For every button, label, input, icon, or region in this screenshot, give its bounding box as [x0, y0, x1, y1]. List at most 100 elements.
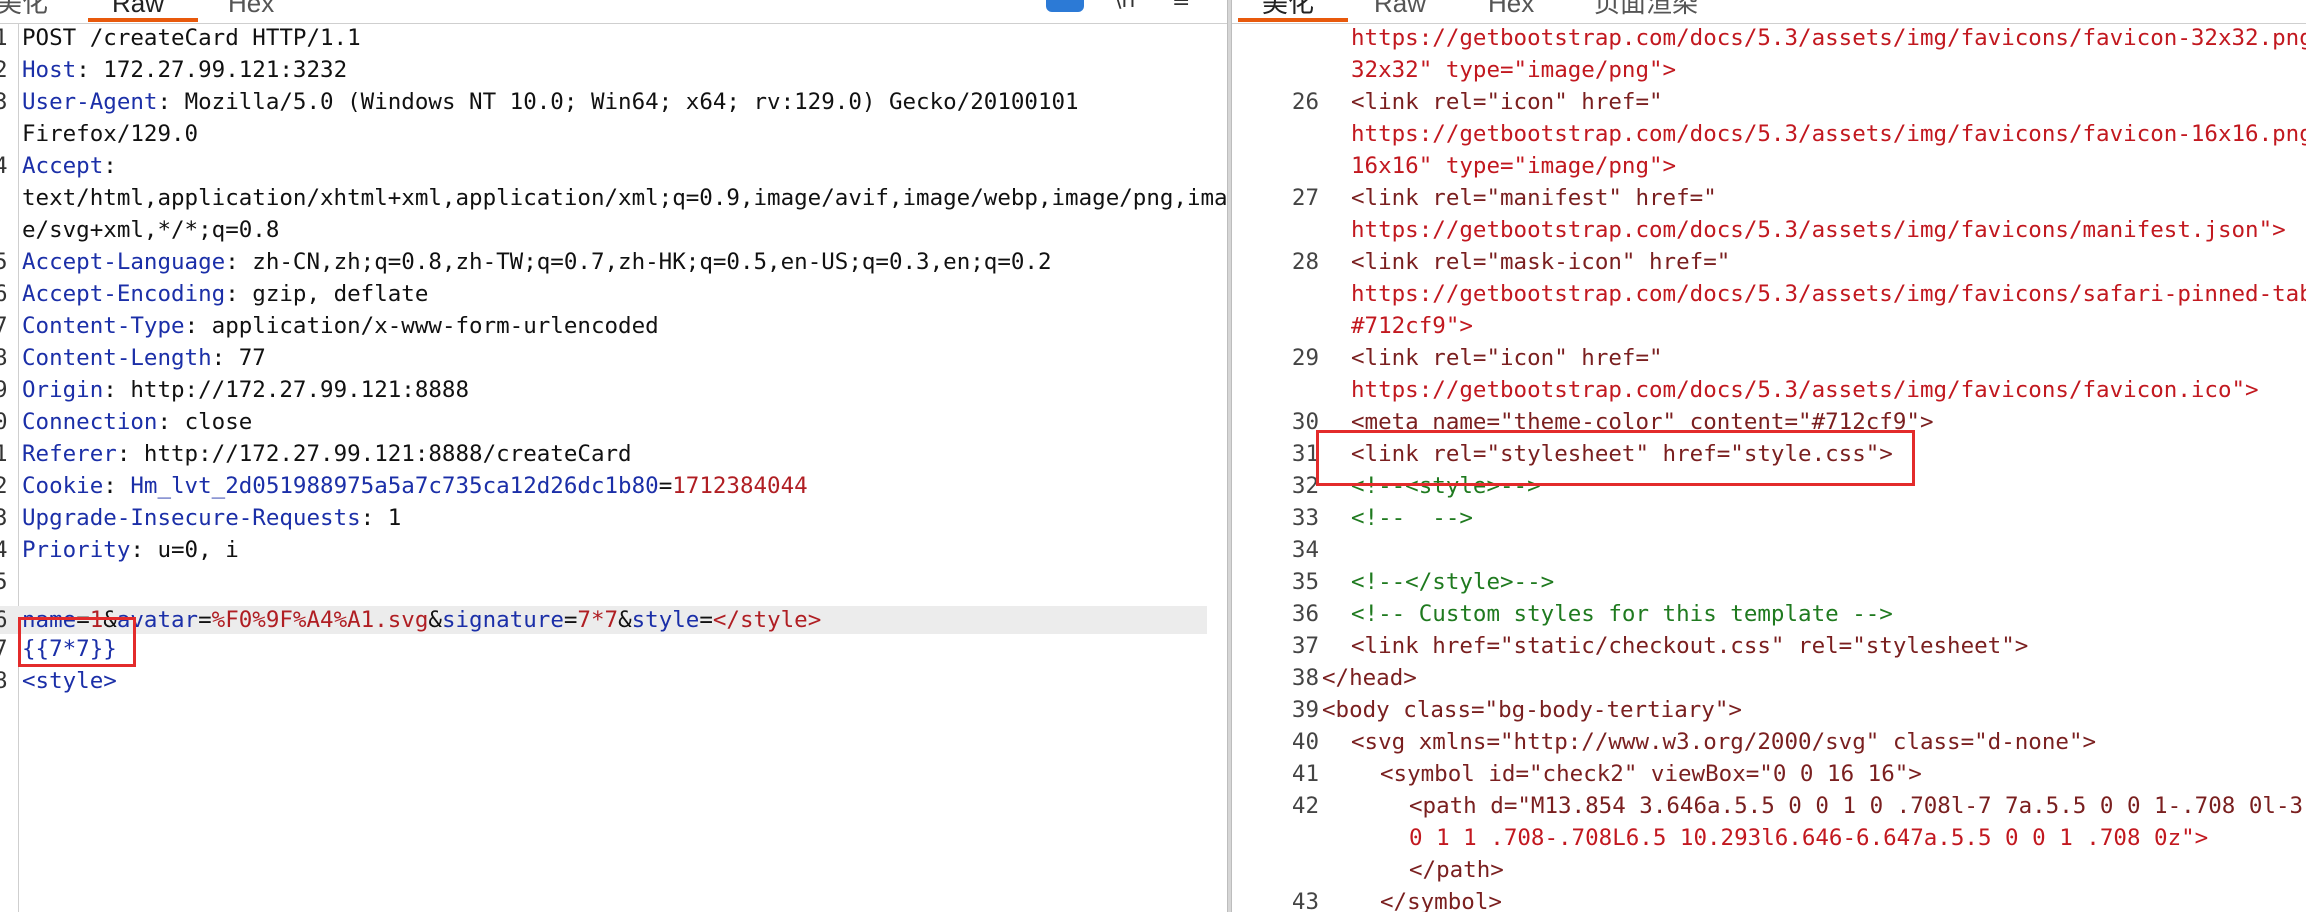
line-number: 5	[0, 249, 8, 275]
response-code: 32x32" type="image/png">	[1351, 57, 1677, 83]
header-value-wrap: text/html,application/xhtml+xml,applicat…	[22, 185, 1227, 211]
response-line: 36 <!-- Custom styles for this template -…	[1232, 598, 2306, 630]
tab-pretty[interactable]: 美化	[1262, 0, 1314, 18]
response-line: https://getbootstrap.com/docs/5.3/assets…	[1232, 374, 2306, 406]
line-number: 8	[0, 345, 8, 371]
response-line: 33 <!-- -->	[1232, 502, 2306, 534]
line-number: 29	[1291, 345, 1319, 371]
line-number: 40	[1291, 729, 1319, 755]
header-line: 2 Cookie: Hm_lvt_2d051988975a5a7c735ca12…	[0, 470, 1227, 502]
tab-hex[interactable]: Hex	[1488, 0, 1534, 18]
line-number: 35	[1291, 569, 1319, 595]
line-number: 9	[0, 377, 8, 403]
header-name: Priority	[22, 537, 131, 563]
response-line: 28 <link rel="mask-icon" href="	[1232, 246, 2306, 278]
header-line: 0 Connection: close	[0, 406, 1227, 438]
header-line: 2 Host: 172.27.99.121:3232	[0, 54, 1227, 86]
response-line: 29 <link rel="icon" href="	[1232, 342, 2306, 374]
response-line: https://getbootstrap.com/docs/5.3/assets…	[1232, 22, 2306, 54]
line-number: 27	[1291, 185, 1319, 211]
response-code: <path d="M13.854 3.646a.5.5 0 0 1 0 .708…	[1409, 793, 2306, 819]
response-line: </path>	[1232, 854, 2306, 886]
response-line: 35 <!--</style>-->	[1232, 566, 2306, 598]
line-number: 7	[0, 313, 8, 339]
response-code: </head>	[1322, 665, 1417, 691]
toggle-view-button[interactable]	[1046, 0, 1084, 12]
header-name: Accept-Encoding	[22, 281, 226, 307]
param-name: style	[631, 607, 700, 633]
line-number: 43	[1291, 889, 1319, 912]
response-line: 42 <path d="M13.854 3.646a.5.5 0 0 1 0 .7…	[1232, 790, 2306, 822]
header-line: 3 User-Agent: Mozilla/5.0 (Windows NT 10…	[0, 86, 1227, 118]
header-name: Host	[22, 57, 77, 83]
request-line: 1 POST /createCard HTTP/1.1	[0, 22, 1227, 54]
tab-raw[interactable]: Raw	[112, 0, 164, 18]
line-number: 32	[1291, 473, 1319, 499]
response-line: 34	[1232, 534, 2306, 566]
line-number: 2	[0, 57, 8, 83]
header-name: Content-Type	[22, 313, 185, 339]
response-line: https://getbootstrap.com/docs/5.3/assets…	[1232, 214, 2306, 246]
response-tabbar: 美化 Raw Hex 页面渲染	[1232, 0, 2306, 24]
response-code: 16x16" type="image/png">	[1351, 153, 1677, 179]
response-code: <link rel="manifest" href="	[1351, 185, 1717, 211]
body-line: 6 name=1&avatar=%F0%9F%A4%A1.svg&signatu…	[0, 606, 1207, 634]
response-code: <symbol id="check2" viewBox="0 0 16 16">	[1380, 761, 1922, 787]
response-code: <link href="static/checkout.css" rel="st…	[1351, 633, 2029, 659]
response-line: 43 </symbol>	[1232, 886, 2306, 912]
response-code: <link rel="icon" href="	[1351, 89, 1663, 115]
header-name: Accept	[22, 153, 104, 179]
line-number: 28	[1291, 249, 1319, 275]
header-value: 172.27.99.121:3232	[103, 57, 348, 83]
header-line: 6 Accept-Encoding: gzip, deflate	[0, 278, 1227, 310]
line-number: 6	[0, 607, 8, 633]
line-number: 34	[1291, 537, 1319, 563]
response-editor[interactable]: https://getbootstrap.com/docs/5.3/assets…	[1232, 23, 2306, 912]
param-value: 7*7	[577, 607, 619, 633]
response-code: <link rel="icon" href="	[1351, 345, 1663, 371]
line-number: 2	[0, 473, 8, 499]
line-number: 33	[1291, 505, 1319, 531]
line-number: 1	[0, 25, 8, 51]
line-number: 30	[1291, 409, 1319, 435]
body-style-tag: <style>	[22, 668, 117, 694]
header-name: User-Agent	[22, 89, 158, 115]
request-line-text: POST /createCard HTTP/1.1	[22, 25, 361, 51]
cookie-value: 1712384044	[672, 473, 808, 499]
tab-hex[interactable]: Hex	[228, 0, 274, 18]
response-code: <!-- -->	[1351, 505, 1473, 531]
response-code: </symbol>	[1380, 889, 1502, 912]
line-number: 42	[1291, 793, 1319, 819]
response-line: 37 <link href="static/checkout.css" rel="…	[1232, 630, 2306, 662]
newline-toggle-icon[interactable]: \n	[1114, 0, 1135, 12]
tab-pretty[interactable]: 美化	[0, 0, 48, 18]
response-code: https://getbootstrap.com/docs/5.3/assets…	[1351, 121, 2306, 147]
header-name: Accept-Language	[22, 249, 226, 275]
line-number: 31	[1291, 441, 1319, 467]
line-number: 39	[1291, 697, 1319, 723]
line-number: 3	[0, 89, 8, 115]
tab-render[interactable]: 页面渲染	[1594, 0, 1698, 18]
line-number: 0	[0, 409, 8, 435]
response-pane: 美化 Raw Hex 页面渲染 https://getbootstrap.com…	[1232, 0, 2306, 912]
header-value: u=0, i	[157, 537, 239, 563]
header-value: 77	[238, 345, 266, 371]
header-value: close	[184, 409, 253, 435]
header-line: 1 Referer: http://172.27.99.121:8888/cre…	[0, 438, 1227, 470]
response-line: https://getbootstrap.com/docs/5.3/assets…	[1232, 278, 2306, 310]
response-code: 0 1 1 .708-.708L6.5 10.293l6.646-6.647a.…	[1409, 825, 2209, 851]
body-line: 8 <style>	[0, 665, 1227, 697]
tab-raw[interactable]: Raw	[1374, 0, 1426, 18]
request-pane: 美化 Raw Hex \n ≡ 1 POST /createCard HTTP/…	[0, 0, 1227, 912]
header-name: Origin	[22, 377, 104, 403]
header-line: 4 Priority: u=0, i	[0, 534, 1227, 566]
header-line: 4 Accept:	[0, 150, 1227, 182]
menu-icon[interactable]: ≡	[1172, 0, 1190, 12]
line-number: 38	[1291, 665, 1319, 691]
response-code: </path>	[1409, 857, 1504, 883]
response-line: 40 <svg xmlns="http://www.w3.org/2000/svg…	[1232, 726, 2306, 758]
param-value: %F0%9F%A4%A1.svg	[211, 607, 429, 633]
request-editor[interactable]: 1 POST /createCard HTTP/1.1 2 Host: 172.…	[0, 23, 1227, 912]
cookie-name: Hm_lvt_2d051988975a5a7c735ca12d26dc1b80	[130, 473, 659, 499]
line-number: 8	[0, 668, 8, 694]
